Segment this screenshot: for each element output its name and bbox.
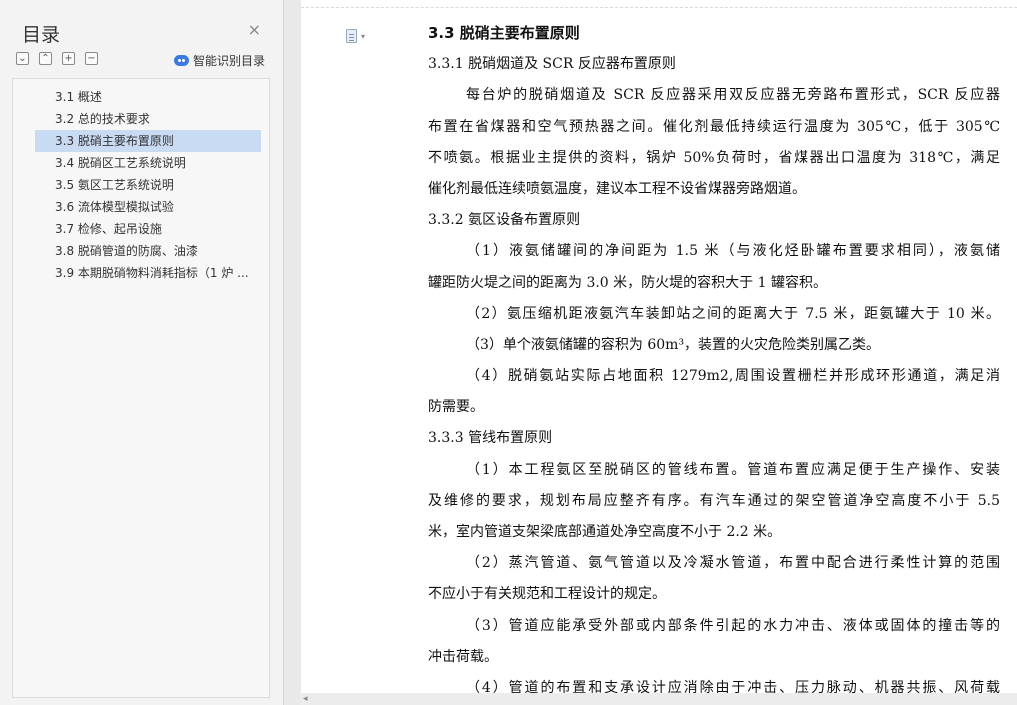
toc-item[interactable]: 3.3 脱硝主要布置原则 [35, 130, 261, 152]
toc-item[interactable]: 3.2 总的技术要求 [35, 108, 261, 130]
paragraph-line: 防需要。 [428, 399, 484, 416]
outline-panel: 目录 × ⌄ ⌃ + − 智能识别目录 3.1 概述 3.2 总的技术要求 3.3 … [0, 0, 284, 705]
paragraph-line: 催化剂最低连续喷氨温度，建议本工程不设省煤器旁路烟道。 [428, 180, 806, 197]
toc-item[interactable]: 3.4 脱硝区工艺系统说明 [35, 152, 261, 174]
ai-robot-icon [173, 55, 189, 66]
paragraph-line: 布置在省煤器和空气预热器之间。催化剂最低持续运行温度为 305℃，低于 305℃ [428, 118, 1000, 135]
paragraph-line: （3）单个液氨储罐的容积为 60m³，装置的火灾危险类别属乙类。 [466, 336, 881, 353]
expand-all-icon[interactable]: ⌄ [16, 52, 29, 65]
paragraph-line: （2）蒸汽管道、氨气管道以及冷凝水管道，布置中配合进行柔性计算的范围 [466, 555, 1000, 572]
paragraph-line: 及维修的要求，规划布局应整齐有序。有汽车通过的架空管道净空高度不小于 5.5 [428, 492, 1000, 509]
smart-toc-label: 智能识别目录 [192, 54, 265, 68]
paragraph-line: （1）液氨储罐间的净间距为 1.5 米（与液化烃卧罐布置要求相同），液氨储 [466, 243, 1000, 260]
paragraph-menu-button[interactable]: ▾ [346, 29, 365, 43]
toc-item[interactable]: 3.8 脱硝管道的防腐、油漆 [35, 240, 261, 262]
page-top-edge [301, 0, 1017, 8]
toc-item[interactable]: 3.5 氨区工艺系统说明 [35, 174, 261, 196]
outline-toolbar: ⌄ ⌃ + − [16, 52, 98, 65]
paragraph-line: （1）本工程氨区至脱硝区的管线布置。管道布置应满足便于生产操作、安装 [466, 461, 1000, 478]
document-page[interactable]: ▾ 3.3 脱硝主要布置原则 3.3.1 脱硝烟道及 SCR 反应器布置原则每台… [301, 0, 1017, 705]
document-icon [346, 29, 357, 43]
subsection-heading: 3.3.2 氨区设备布置原则 [428, 212, 581, 229]
paragraph-line: （4）脱硝氨站实际占地面积 1279m2,周围设置栅栏并形成环形通道，满足消 [466, 368, 1000, 385]
horizontal-scrollbar[interactable]: ◂ [300, 693, 1017, 705]
toc-item[interactable]: 3.7 检修、起吊设施 [35, 218, 261, 240]
paragraph-line: 罐距防火堤之间的距离为 3.0 米，防火堤的容积大于 1 罐容积。 [428, 274, 827, 291]
toc-item[interactable]: 3.9 本期脱硝物料消耗指标（1 炉 ... [35, 262, 261, 284]
subsection-heading: 3.3.3 管线布置原则 [428, 430, 553, 447]
document-area: ▾ 3.3 脱硝主要布置原则 3.3.1 脱硝烟道及 SCR 反应器布置原则每台… [285, 0, 1017, 705]
paragraph-line: 冲击荷载。 [428, 648, 498, 665]
smart-toc-button[interactable]: 智能识别目录 [173, 52, 265, 69]
outline-title: 目录 [22, 24, 61, 46]
toc-item[interactable]: 3.6 流体模型模拟试验 [35, 196, 261, 218]
paragraph-line: 不应小于有关规范和工程设计的规定。 [428, 586, 666, 603]
close-icon[interactable]: × [248, 22, 261, 38]
paragraph-line: （3）管道应能承受外部或内部条件引起的水力冲击、液体或固体的撞击等的 [466, 617, 1000, 634]
outline-list: 3.1 概述 3.2 总的技术要求 3.3 脱硝主要布置原则 3.4 脱硝区工艺系统说… [12, 78, 270, 698]
paragraph-line: （2）氨压缩机距液氨汽车装卸站之间的距离大于 7.5 米，距氨罐大于 10 米。 [466, 305, 1000, 322]
scroll-left-icon[interactable]: ◂ [303, 693, 308, 705]
toc-item[interactable]: 3.1 概述 [35, 86, 261, 108]
paragraph-line: 每台炉的脱硝烟道及 SCR 反应器采用双反应器无旁路布置形式，SCR 反应器 [466, 87, 1000, 104]
section-heading: 3.3 脱硝主要布置原则 [428, 24, 580, 42]
chevron-down-icon: ▾ [361, 31, 366, 41]
document-content: 3.3 脱硝主要布置原则 3.3.1 脱硝烟道及 SCR 反应器布置原则每台炉的… [428, 18, 1000, 704]
paragraph-line: 米，室内管道支架梁底部通道处净空高度不小于 2.2 米。 [428, 524, 782, 540]
subsection-heading: 3.3.1 脱硝烟道及 SCR 反应器布置原则 [428, 56, 676, 73]
paragraph-line: 不喷氨。根据业主提供的资料，锅炉 50%负荷时，省煤器出口温度为 318℃，满足 [428, 149, 1000, 166]
remove-heading-icon[interactable]: − [85, 52, 98, 65]
add-heading-icon[interactable]: + [62, 52, 75, 65]
collapse-all-icon[interactable]: ⌃ [39, 52, 52, 65]
